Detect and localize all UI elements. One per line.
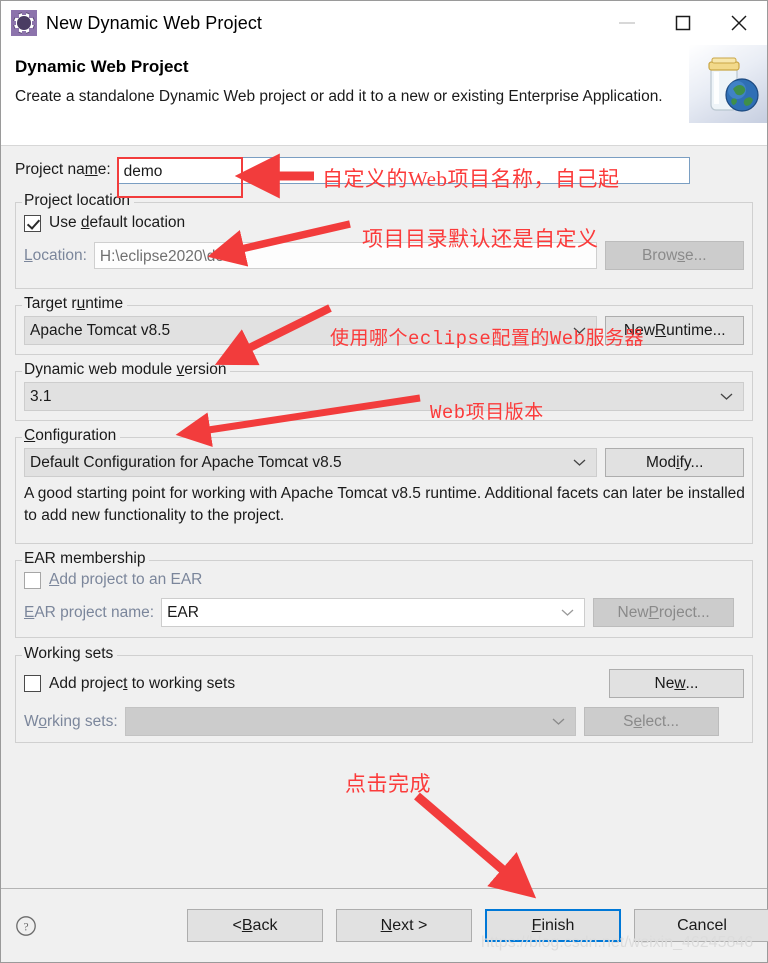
minimize-icon[interactable] xyxy=(599,1,655,45)
chevron-down-icon xyxy=(720,383,733,410)
use-default-location-label: Use default location xyxy=(49,214,186,231)
page-description: Create a standalone Dynamic Web project … xyxy=(15,88,663,105)
module-version-group: Dynamic web module version 3.1 xyxy=(15,361,753,421)
chevron-down-icon xyxy=(552,708,565,735)
project-location-legend: Project location xyxy=(22,192,134,210)
back-button[interactable]: < Back xyxy=(187,909,323,942)
use-default-location-checkbox[interactable] xyxy=(24,214,41,232)
add-project-to-ear-checkbox[interactable] xyxy=(24,571,41,589)
page-title: Dynamic Web Project xyxy=(15,57,189,76)
title-bar: New Dynamic Web Project xyxy=(1,1,767,45)
module-version-legend: Dynamic web module version xyxy=(22,361,231,379)
maximize-icon[interactable] xyxy=(655,1,711,45)
add-to-ear-row[interactable]: Add project to an EAR xyxy=(24,571,744,589)
configuration-row: Default Configuration for Apache Tomcat … xyxy=(24,448,744,477)
chevron-down-icon xyxy=(561,599,574,626)
module-version-combo[interactable]: 3.1 xyxy=(24,382,744,411)
location-label: Location: xyxy=(24,246,87,264)
finish-button[interactable]: Finish xyxy=(485,909,621,942)
working-sets-group: Working sets Add project to working sets… xyxy=(15,645,753,743)
cancel-button[interactable]: Cancel xyxy=(634,909,768,942)
working-sets-label: Working sets: xyxy=(24,712,118,730)
help-icon[interactable]: ? xyxy=(15,915,37,937)
target-runtime-group: Target runtime Apache Tomcat v8.5 New Ru… xyxy=(15,295,753,355)
use-default-location-row[interactable]: Use default location xyxy=(24,214,744,232)
eclipse-gear-icon xyxy=(11,10,37,36)
configuration-description: A good starting point for working with A… xyxy=(24,485,745,524)
wizard-banner: Dynamic Web Project Create a standalone … xyxy=(1,45,767,146)
svg-text:?: ? xyxy=(23,921,28,933)
close-icon[interactable] xyxy=(711,1,767,45)
ear-project-name-row: EAR project name: EAR New Project... xyxy=(24,598,744,627)
ear-membership-legend: EAR membership xyxy=(22,550,150,568)
location-input[interactable]: H:\eclipse2020\demo xyxy=(93,242,597,269)
jar-globe-icon xyxy=(689,45,767,123)
working-sets-field-row: Working sets: Se lect... xyxy=(24,707,744,736)
window-title: New Dynamic Web Project xyxy=(46,12,263,33)
select-working-set-button[interactable]: Se lect... xyxy=(583,707,719,736)
new-ear-project-button[interactable]: New Project... xyxy=(593,598,735,627)
add-project-to-working-sets-checkbox[interactable] xyxy=(24,675,41,692)
navigation-buttons: < Back Next > Finish Cancel xyxy=(187,909,768,942)
next-button[interactable]: Next > xyxy=(336,909,472,942)
ear-project-name-combo[interactable]: EAR xyxy=(161,598,586,627)
new-working-set-button[interactable]: Ne w... xyxy=(609,669,744,698)
ear-project-name-label: EAR project name: xyxy=(24,603,155,621)
ear-membership-group: EAR membership Add project to an EAR EAR… xyxy=(15,550,753,638)
add-project-to-working-sets-label: Add project to working sets xyxy=(49,674,236,692)
chevron-down-icon xyxy=(573,317,586,344)
project-name-row: Project name: demo xyxy=(15,146,753,191)
target-runtime-row: Apache Tomcat v8.5 New Runtime... xyxy=(24,316,744,345)
working-sets-combo[interactable] xyxy=(124,707,576,736)
project-location-group: Project location Use default location Lo… xyxy=(15,192,753,289)
module-version-row: 3.1 xyxy=(24,382,744,411)
target-runtime-combo[interactable]: Apache Tomcat v8.5 xyxy=(24,316,598,345)
location-row: Location: H:\eclipse2020\demo Brow s e... xyxy=(24,241,744,270)
dialog-window: New Dynamic Web Project Dynamic Web Proj… xyxy=(0,0,768,963)
configuration-combo[interactable]: Default Configuration for Apache Tomcat … xyxy=(24,448,598,477)
configuration-group: Configuration Default Configuration for … xyxy=(15,427,753,544)
target-runtime-legend: Target runtime xyxy=(22,295,128,313)
browse-button[interactable]: Brow s e... xyxy=(604,241,744,270)
configuration-legend: Configuration xyxy=(22,427,121,445)
project-name-label: Project name: xyxy=(15,161,111,178)
dialog-button-bar: ? < Back Next > Finish Cancel xyxy=(1,888,768,962)
add-to-working-sets-row: Add project to working sets Ne w... xyxy=(24,669,744,698)
add-project-to-ear-label: Add project to an EAR xyxy=(49,571,203,588)
working-sets-legend: Working sets xyxy=(22,645,118,663)
modify-button[interactable]: Mod i fy... xyxy=(605,448,744,477)
project-name-input[interactable]: demo xyxy=(117,156,690,184)
window-controls xyxy=(599,1,767,45)
chevron-down-icon xyxy=(573,449,586,476)
wizard-body: Project name: demo Project location Use … xyxy=(1,146,767,888)
new-runtime-button[interactable]: New Runtime... xyxy=(605,316,744,345)
